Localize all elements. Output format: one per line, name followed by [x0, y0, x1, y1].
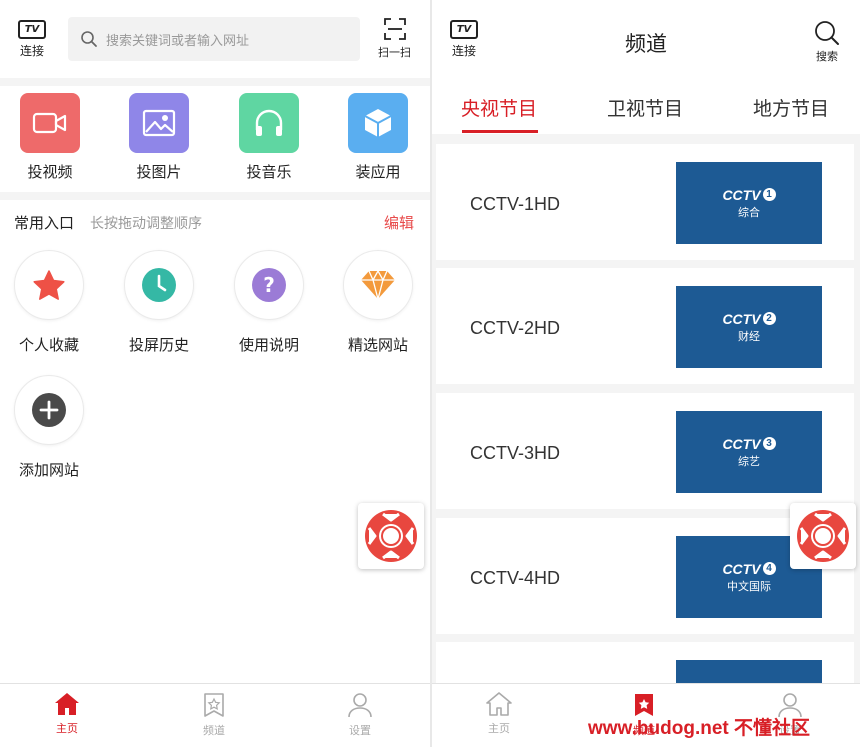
channel-item[interactable]: CCTV-1HD CCTV 1 综合	[436, 144, 854, 260]
shortcut-history[interactable]: 投屏历史	[114, 250, 204, 355]
cast-video-label: 投视频	[27, 163, 73, 181]
app-box-icon	[348, 93, 408, 153]
channel-icon	[204, 693, 224, 717]
page-title: 频道	[625, 32, 667, 56]
search-placeholder: 搜索关键词或者输入网址	[106, 33, 250, 49]
search-icon	[815, 21, 839, 45]
nav-home-label: 主页	[56, 722, 78, 735]
nav-settings[interactable]: 设置	[320, 692, 400, 738]
search-input[interactable]: 搜索关键词或者输入网址	[68, 17, 360, 61]
search-label: 搜索	[816, 50, 838, 63]
lifebuoy-float-button[interactable]	[358, 503, 424, 569]
section-divider	[0, 192, 430, 200]
shortcut-label: 个人收藏	[18, 336, 79, 354]
tab-cctv[interactable]: 央视节目	[461, 94, 537, 121]
scan-button[interactable]: 扫一扫	[378, 18, 411, 60]
logo-number: 2	[762, 312, 776, 325]
channel-logo: CCTV 2 财经	[676, 286, 822, 368]
cast-image-button[interactable]: 投图片	[119, 93, 199, 182]
scan-icon	[383, 18, 406, 40]
logo-subtitle: 财经	[738, 329, 760, 343]
logo-text: CCTV	[722, 186, 761, 203]
nav-home[interactable]: 主页	[27, 692, 107, 736]
common-entries-hint: 长按拖动调整顺序	[90, 216, 202, 232]
logo-number: 4	[762, 562, 776, 575]
headphones-icon	[239, 93, 299, 153]
tab-satellite[interactable]: 卫视节目	[607, 94, 683, 121]
lifebuoy-float-button[interactable]	[790, 503, 856, 569]
tab-local[interactable]: 地方节目	[753, 94, 829, 121]
shortcut-featured-sites[interactable]: 精选网站	[333, 250, 423, 355]
video-camera-icon	[20, 93, 80, 153]
search-button[interactable]: 搜索	[814, 20, 840, 64]
logo-subtitle: 综艺	[738, 454, 760, 468]
search-icon	[81, 31, 97, 47]
home-screen: TV 连接 搜索关键词或者输入网址 扫一扫 投视频 投图片 投音乐 装应用 常用…	[0, 0, 430, 747]
shortcut-favorites[interactable]: 个人收藏	[4, 250, 94, 355]
channel-logo: CCTV 3 综艺	[676, 411, 822, 493]
common-entries-header: 常用入口 长按拖动调整顺序 编辑	[0, 200, 430, 244]
home-icon	[486, 692, 512, 716]
image-icon	[129, 93, 189, 153]
diamond-icon	[343, 250, 413, 320]
section-divider	[0, 78, 430, 86]
nav-home[interactable]: 主页	[459, 692, 539, 736]
logo-number: 3	[762, 437, 776, 450]
shortcut-help[interactable]: ? 使用说明	[224, 250, 314, 355]
cast-music-label: 投音乐	[246, 163, 292, 181]
cast-image-label: 投图片	[136, 163, 182, 181]
star-icon	[14, 250, 84, 320]
cast-row: 投视频 投图片 投音乐 装应用	[0, 86, 430, 192]
nav-channel-label: 频道	[203, 724, 225, 737]
question-icon: ?	[234, 250, 304, 320]
lifebuoy-icon	[797, 510, 849, 562]
home-header: TV 连接 搜索关键词或者输入网址 扫一扫	[0, 0, 430, 78]
channel-name: CCTV-3HD	[470, 443, 561, 463]
logo-subtitle: 综合	[738, 205, 760, 219]
logo-text: CCTV	[722, 310, 761, 327]
channel-name: CCTV-4HD	[470, 568, 561, 588]
nav-home-label: 主页	[488, 722, 510, 735]
install-app-button[interactable]: 装应用	[338, 93, 418, 182]
user-icon	[348, 693, 372, 718]
connect-tv-button[interactable]: TV 连接	[18, 20, 46, 59]
logo-number: 1	[762, 188, 776, 201]
shortcut-add-site[interactable]: 添加网站	[4, 375, 94, 480]
svg-text:?: ?	[263, 273, 275, 297]
install-app-label: 装应用	[355, 163, 401, 181]
channel-item[interactable]: CCTV-2HD CCTV 2 财经	[436, 268, 854, 384]
shortcut-label: 使用说明	[238, 336, 299, 354]
channel-name: CCTV-1HD	[470, 194, 561, 214]
channel-logo: CCTV 1 综合	[676, 162, 822, 244]
site-watermark: www.budog.net 不懂社区	[588, 718, 810, 739]
channel-header: TV 连接 频道 搜索 央视节目 卫视节目 地方节目	[432, 0, 860, 134]
cast-music-button[interactable]: 投音乐	[229, 93, 309, 182]
channel-item[interactable]: CCTV-3HD CCTV 3 综艺	[436, 393, 854, 509]
edit-button[interactable]: 编辑	[384, 212, 414, 233]
plus-icon	[14, 375, 84, 445]
channel-screen: TV 连接 频道 搜索 央视节目 卫视节目 地方节目 CCTV-1HD CCTV…	[432, 0, 860, 747]
common-entries-title: 常用入口	[14, 214, 75, 232]
shortcut-label: 投屏历史	[128, 336, 189, 354]
nav-channel[interactable]: 频道	[174, 692, 254, 738]
bottom-nav: 主页 频道 设置	[0, 683, 430, 747]
active-tab-indicator	[462, 130, 538, 133]
nav-settings-label: 设置	[349, 724, 371, 737]
lifebuoy-icon	[365, 510, 417, 562]
cast-video-button[interactable]: 投视频	[10, 93, 90, 182]
scan-label: 扫一扫	[378, 46, 411, 59]
connect-label: 连接	[19, 44, 44, 58]
logo-subtitle: 中文国际	[727, 579, 771, 593]
tv-icon: TV	[18, 20, 46, 39]
logo-text: CCTV	[722, 435, 761, 452]
shortcut-label: 添加网站	[18, 461, 79, 479]
clock-icon	[124, 250, 194, 320]
shortcut-label: 精选网站	[347, 336, 408, 354]
channel-name: CCTV-2HD	[470, 318, 561, 338]
logo-text: CCTV	[722, 560, 761, 577]
home-icon	[55, 693, 79, 715]
